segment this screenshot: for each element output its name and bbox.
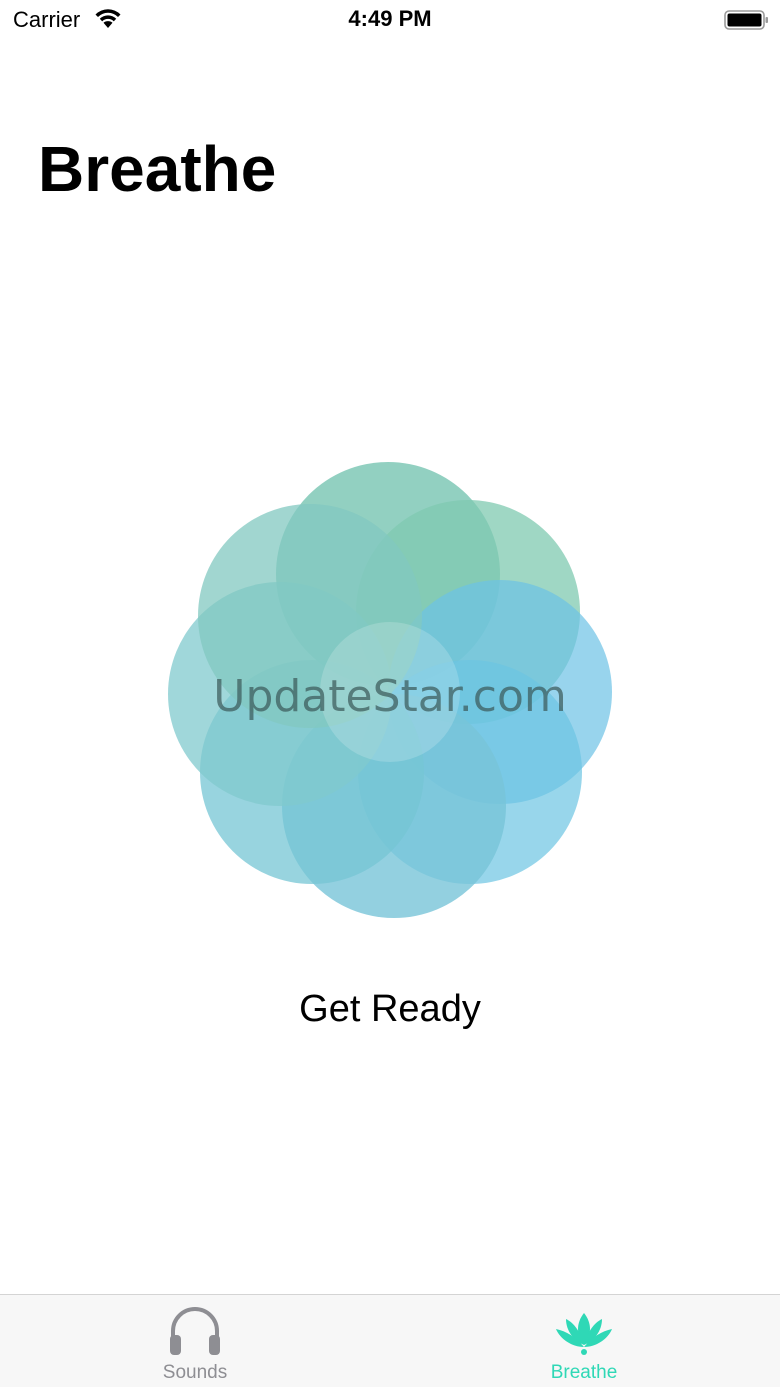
tab-sounds-label: Sounds	[162, 1362, 228, 1383]
tab-breathe-label: Breathe	[550, 1362, 618, 1383]
clock: 4:49 PM	[348, 6, 432, 31]
lotus-icon	[556, 1313, 612, 1355]
headphones-icon	[170, 1307, 220, 1355]
tab-sounds[interactable]: Sounds	[75, 1295, 315, 1387]
status-bar: Carrier 4:49 PM	[0, 0, 780, 40]
watermark-text: UpdateStar.com	[213, 671, 567, 722]
page-title: Breathe	[38, 133, 277, 205]
tab-bar: Sounds Breathe	[0, 1294, 780, 1387]
breathing-status-text: Get Ready	[299, 988, 481, 1030]
tab-breathe[interactable]: Breathe	[464, 1295, 704, 1387]
battery-icon	[724, 10, 768, 30]
